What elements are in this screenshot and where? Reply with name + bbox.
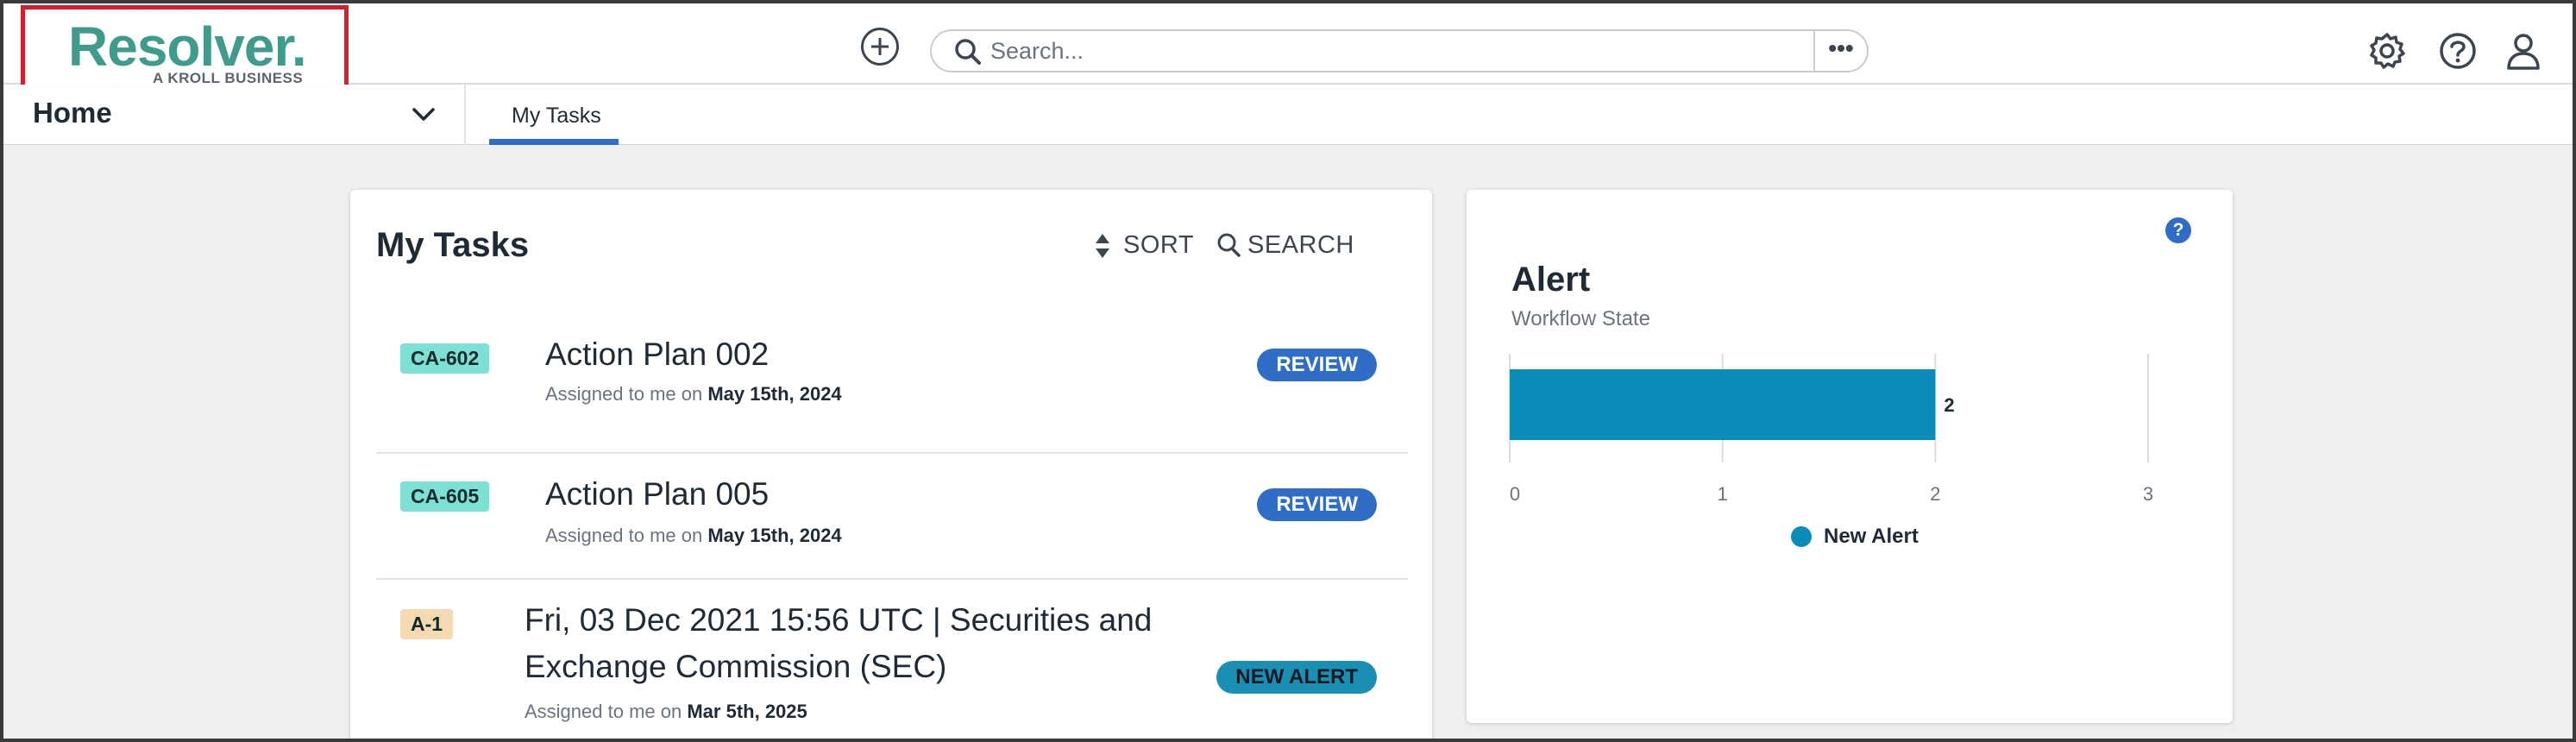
bar-data-label: 2 [1944,394,1954,416]
task-title[interactable]: Action Plan 002 [545,331,769,378]
task-row[interactable]: A-1 Fri, 03 Dec 2021 15:56 UTC | Securit… [376,580,1408,742]
dashboard-content: My Tasks SORT SEARCH CA-602 Action Plan … [3,145,2573,742]
home-label: Home [33,97,112,129]
user-icon[interactable] [2504,31,2543,71]
active-tab-indicator [489,139,619,145]
search-icon [955,39,981,65]
logo[interactable]: Resolver. A KROLL BUSINESS [21,5,349,93]
search-label: SEARCH [1247,231,1354,259]
x-tick-label: 3 [2143,483,2153,505]
search-input[interactable] [990,36,1784,66]
status-badge: REVIEW [1257,349,1377,381]
question-circle-icon[interactable] [2438,31,2478,71]
home-dropdown[interactable]: Home [3,85,466,145]
chevron-down-icon [412,108,435,121]
my-tasks-card: My Tasks SORT SEARCH CA-602 Action Plan … [350,190,1432,742]
assigned-prefix: Assigned to me on [545,383,703,405]
logo-wordmark: Resolver. [68,16,307,78]
assigned-prefix: Assigned to me on [525,701,682,722]
tab-my-tasks[interactable]: My Tasks [489,85,619,145]
task-title[interactable]: Action Plan 005 [545,471,769,518]
bar-new-alert[interactable] [1510,369,1936,440]
task-title[interactable]: Fri, 03 Dec 2021 15:56 UTC | Securities … [525,597,1301,690]
x-tick-label: 0 [1510,483,1520,505]
legend-swatch [1791,526,1812,547]
sort-label: SORT [1123,231,1195,259]
task-assigned: Assigned to me on May 15th, 2024 [545,383,842,406]
assigned-date: May 15th, 2024 [707,383,842,405]
alert-bar-chart: 0 1 2 3 2 [1509,354,2153,505]
task-id-badge: A-1 [400,609,454,639]
assigned-date: Mar 5th, 2025 [687,701,807,722]
alert-chart-card: ? Alert Workflow State 01232 New Alert [1467,190,2233,723]
status-badge: NEW ALERT [1216,661,1377,694]
top-bar: Resolver. A KROLL BUSINESS ••• [3,3,2573,93]
task-id-badge: CA-602 [400,343,490,374]
task-assigned: Assigned to me on May 15th, 2024 [545,525,842,547]
task-row[interactable]: CA-605 Action Plan 005 Assigned to me on… [376,454,1408,580]
status-badge: REVIEW [1257,488,1377,521]
legend-label: New Alert [1824,525,1919,548]
x-tick-label: 1 [1718,483,1728,505]
x-tick-label: 2 [1930,483,1940,505]
assigned-date: May 15th, 2024 [707,525,842,546]
navigation-bar: Home My Tasks [3,85,2573,145]
task-assigned: Assigned to me on Mar 5th, 2025 [525,701,807,723]
assigned-prefix: Assigned to me on [545,525,703,546]
add-button[interactable] [861,28,899,66]
plus-circle-icon [871,38,889,55]
gear-icon[interactable] [2367,31,2407,71]
global-search[interactable]: ••• [930,29,1869,72]
sort-icon [1096,234,1109,258]
search-options-button[interactable]: ••• [1813,29,1867,72]
tab-label: My Tasks [512,104,601,128]
task-row[interactable]: CA-602 Action Plan 002 Assigned to me on… [376,331,1408,454]
task-id-badge: CA-605 [400,481,490,512]
search-icon [1217,233,1241,257]
card-title: My Tasks [376,226,530,264]
